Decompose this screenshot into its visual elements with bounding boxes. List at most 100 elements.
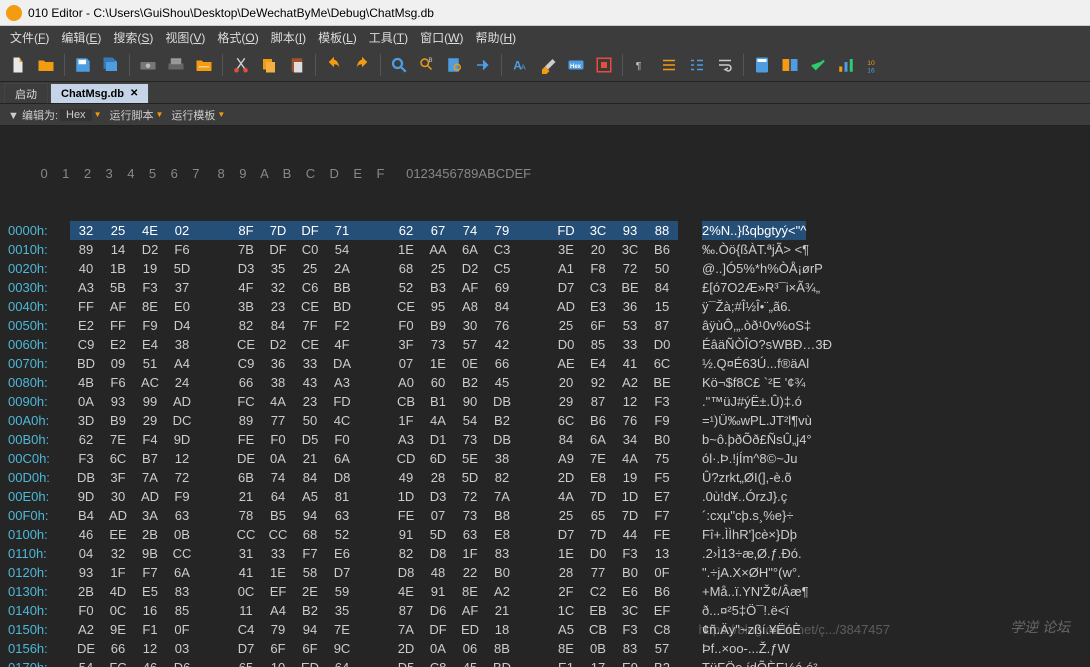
- hex-ascii[interactable]: 2%N..}ßqbgtyý<"^: [702, 221, 806, 240]
- calculator-button[interactable]: [750, 53, 774, 77]
- hex-ascii[interactable]: .0­ù!d¥..ÓrzJ}.ç: [702, 487, 787, 506]
- hex-bytes[interactable]: 46EE2B0B CCCC6852 915D63E8 D77D44FE: [70, 525, 678, 544]
- hex-ascii[interactable]: Fî+.ÌÌhR']cè×}Dþ: [702, 525, 797, 544]
- hex-bytes[interactable]: F36CB712 DE0A216A CD6D5E38 A97E4A75: [70, 449, 678, 468]
- hex-bytes[interactable]: DE661203 D76F6F9C 2D0A068B 8E0B8357: [70, 639, 678, 658]
- hex-toggle-button[interactable]: Hex: [564, 53, 588, 77]
- hex-row[interactable]: 00A0h:3DB929DC 8977504C 1F4A54B2 6CB676F…: [0, 411, 1090, 430]
- tab-chatmsg[interactable]: ChatMsg.db✕: [50, 83, 149, 103]
- hex-bytes[interactable]: B4AD3A63 78B59463 FE0773B8 25657DF7: [70, 506, 678, 525]
- checksum-button[interactable]: [806, 53, 830, 77]
- find-button[interactable]: [387, 53, 411, 77]
- hex-bytes[interactable]: 401B195D D335252A 6825D2C5 A1F87250: [70, 259, 678, 278]
- new-file-button[interactable]: [6, 53, 30, 77]
- hex-ascii[interactable]: Kö¬$f8C£ `²E '¢¾: [702, 373, 805, 392]
- hex-ascii[interactable]: ð...¤²5‡Ö¯!.ë<ï: [702, 601, 789, 620]
- paste-button[interactable]: [285, 53, 309, 77]
- hex-ascii[interactable]: .2›Ì13÷æ‚Ø.ƒ.Ðó.: [702, 544, 802, 563]
- toggle-ruler-button[interactable]: ¶: [629, 53, 653, 77]
- edit-as-dropdown[interactable]: ▼ 编辑为: Hex ▼: [8, 107, 101, 123]
- addresses-button[interactable]: [657, 53, 681, 77]
- hex-ascii[interactable]: Û?zrkt„ØI(],-è.õ: [702, 468, 792, 487]
- goto-button[interactable]: [471, 53, 495, 77]
- hex-row[interactable]: 0140h:F00C1685 11A4B235 87D6AF21 1CEB3CE…: [0, 601, 1090, 620]
- hex-row[interactable]: 00F0h:B4AD3A63 78B59463 FE0773B8 25657DF…: [0, 506, 1090, 525]
- menu-script[interactable]: 脚本(I): [267, 29, 310, 46]
- hex-ascii[interactable]: ól·.Þ.!jÍm^8©~Ju: [702, 449, 798, 468]
- hex-ascii[interactable]: âÿùÔ‚„.òð¹0v%oS‡: [702, 316, 811, 335]
- hex-ascii[interactable]: ÉâäÑÒÎO?sWBÐ…3Ð: [702, 335, 832, 354]
- save-all-button[interactable]: [99, 53, 123, 77]
- hex-row[interactable]: 0070h:BD0951A4 C93633DA 071E0E66 AEE4416…: [0, 354, 1090, 373]
- menu-help[interactable]: 帮助(H): [471, 29, 520, 46]
- hex-row[interactable]: 0100h:46EE2B0B CCCC6852 915D63E8 D77D44F…: [0, 525, 1090, 544]
- menu-file[interactable]: 文件(F): [6, 29, 53, 46]
- hex-ascii[interactable]: £[ó7O2Æ»R³¯i×Ã¾„: [702, 278, 820, 297]
- open-process-button[interactable]: [164, 53, 188, 77]
- hex-bytes[interactable]: 3DB929DC 8977504C 1F4A54B2 6CB676F9: [70, 411, 678, 430]
- menu-search[interactable]: 搜索(S): [109, 29, 157, 46]
- undo-button[interactable]: [322, 53, 346, 77]
- hex-bytes[interactable]: 04329BCC 3133F7E6 82D81F83 1ED0F313: [70, 544, 678, 563]
- hex-bytes[interactable]: E2FFF9D4 82847FF2 F0B93076 256F5387: [70, 316, 678, 335]
- open-folder-button[interactable]: [192, 53, 216, 77]
- hex-row[interactable]: 0060h:C9E2E438 CED2CE4F 3F735742 D08533D…: [0, 335, 1090, 354]
- hex-bytes[interactable]: BD0951A4 C93633DA 071E0E66 AEE4416C: [70, 354, 678, 373]
- hex-bytes[interactable]: 8914D2F6 7BDFC054 1EAA6AC3 3E203CB6: [70, 240, 678, 259]
- hex-ascii[interactable]: ÿ¯Žà;#Î½Î•¨„­ã6.: [702, 297, 791, 316]
- hex-ascii[interactable]: ´­:cxµ"cþ.s¸%e}÷: [702, 506, 793, 525]
- hex-view[interactable]: 0 1 2 3 4 5 6 7 8 9 A B C D E F 01234567…: [0, 126, 1090, 667]
- linenums-button[interactable]: [685, 53, 709, 77]
- base-converter-button[interactable]: 1016: [862, 53, 886, 77]
- hex-row[interactable]: 0000h:32254E02 8F7DDF71 62677479 FD3C938…: [0, 221, 1090, 240]
- hex-bytes[interactable]: 54FC46D6 6510ED64 D5C845BD E117E9B2: [70, 658, 678, 667]
- hex-bytes[interactable]: FFAF8EE0 3B23CEBD CE95A884 ADE33615: [70, 297, 678, 316]
- hex-ascii[interactable]: ."™­üJ#ýË±.Û)‡.ó: [702, 392, 802, 411]
- hex-row[interactable]: 0120h:931FF76A 411E58D7 D84822B0 2877B00…: [0, 563, 1090, 582]
- replace-button[interactable]: B: [415, 53, 439, 77]
- hex-row[interactable]: 0110h:04329BCC 3133F7E6 82D81F83 1ED0F31…: [0, 544, 1090, 563]
- hex-bytes[interactable]: 0A9399AD FC4A23FD CBB190DB 298712F3: [70, 392, 678, 411]
- insert-mode-button[interactable]: [592, 53, 616, 77]
- hex-bytes[interactable]: 931FF76A 411E58D7 D84822B0 2877B00F: [70, 563, 678, 582]
- hex-bytes[interactable]: 32254E02 8F7DDF71 62677479 FD3C9388: [70, 221, 678, 240]
- hex-row[interactable]: 00E0h:9D30ADF9 2164A581 1DD3727A 4A7D1DE…: [0, 487, 1090, 506]
- open-file-button[interactable]: [34, 53, 58, 77]
- hex-row[interactable]: 0170h:54FC46D6 6510ED64 D5C845BD E117E9B…: [0, 658, 1090, 667]
- tab-start[interactable]: 启动: [4, 83, 48, 103]
- hex-row[interactable]: 00B0h:627EF49D FEF0D5F0 A3D173DB 846A34B…: [0, 430, 1090, 449]
- hex-row[interactable]: 0020h:401B195D D335252A 6825D2C5 A1F8725…: [0, 259, 1090, 278]
- menu-edit[interactable]: 编辑(E): [57, 29, 105, 46]
- menu-format[interactable]: 格式(O): [213, 29, 262, 46]
- hex-bytes[interactable]: 2B4DE583 0CEF2E59 4E918EA2 2FC2E6B6: [70, 582, 678, 601]
- hex-row[interactable]: 00D0h:DB3F7A72 6B7484D8 49285D82 2DE819F…: [0, 468, 1090, 487]
- hex-row[interactable]: 0010h:8914D2F6 7BDFC054 1EAA6AC3 3E203CB…: [0, 240, 1090, 259]
- compare-button[interactable]: [778, 53, 802, 77]
- hex-ascii[interactable]: ¢ñ.Äy"~zßí.¥ËóÈ: [702, 620, 801, 639]
- hex-bytes[interactable]: 9D30ADF9 2164A581 1DD3727A 4A7D1DE7: [70, 487, 678, 506]
- hex-row[interactable]: 0150h:A29EF10F C479947E 7ADFED18 A5CBF3C…: [0, 620, 1090, 639]
- hex-ascii[interactable]: =¹)Ü‰wPL.JT²l¶vù: [702, 411, 812, 430]
- menu-template[interactable]: 模板(L): [314, 29, 361, 46]
- run-template-dropdown[interactable]: 运行模板 ▼: [171, 107, 225, 123]
- copy-button[interactable]: [257, 53, 281, 77]
- hex-ascii[interactable]: @..]Ó5%*h%ÒÅ¡ørP: [702, 259, 823, 278]
- hex-bytes[interactable]: C9E2E438 CED2CE4F 3F735742 D08533D0: [70, 335, 678, 354]
- histogram-button[interactable]: [834, 53, 858, 77]
- hex-ascii[interactable]: TüFÖe.ídÕÈE½á.é²: [702, 658, 818, 667]
- highlight-button[interactable]: [536, 53, 560, 77]
- hex-row[interactable]: 00C0h:F36CB712 DE0A216A CD6D5E38 A97E4A7…: [0, 449, 1090, 468]
- hex-row[interactable]: 0080h:4BF6AC24 663843A3 A060B245 2092A2B…: [0, 373, 1090, 392]
- hex-ascii[interactable]: Þf..×oo-­...Ž.ƒW: [702, 639, 790, 658]
- find-in-files-button[interactable]: [443, 53, 467, 77]
- cut-button[interactable]: [229, 53, 253, 77]
- hex-bytes[interactable]: 627EF49D FEF0D5F0 A3D173DB 846A34B0: [70, 430, 678, 449]
- menu-view[interactable]: 视图(V): [161, 29, 209, 46]
- hex-ascii[interactable]: ‰.Òö{ßÀT.ªjÃ> <¶: [702, 240, 809, 259]
- close-icon[interactable]: ✕: [130, 88, 138, 99]
- hex-bytes[interactable]: A29EF10F C479947E 7ADFED18 A5CBF3C8: [70, 620, 678, 639]
- hex-ascii[interactable]: ".÷jA.X×ØH"°(w°.: [702, 563, 801, 582]
- menu-tools[interactable]: 工具(T): [365, 29, 412, 46]
- save-button[interactable]: [71, 53, 95, 77]
- hex-row[interactable]: 0040h:FFAF8EE0 3B23CEBD CE95A884 ADE3361…: [0, 297, 1090, 316]
